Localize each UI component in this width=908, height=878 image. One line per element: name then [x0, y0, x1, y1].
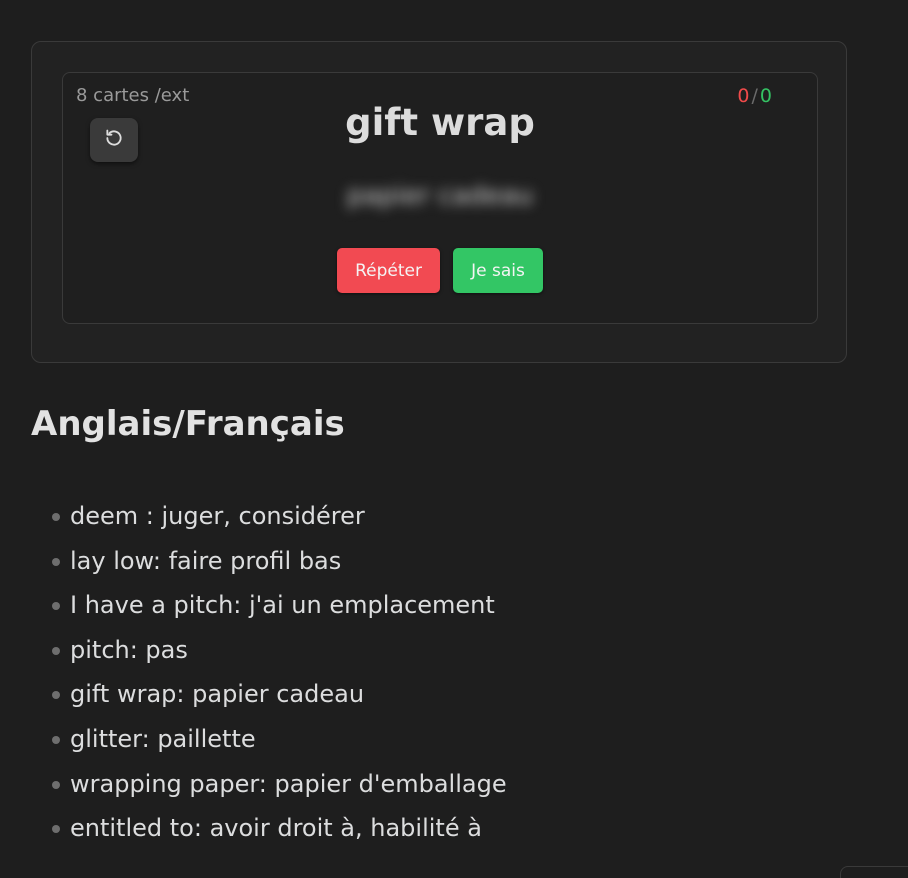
- know-button[interactable]: Je sais: [453, 248, 543, 293]
- list-item: deem : juger, considérer: [50, 494, 507, 539]
- bullet: [52, 557, 60, 566]
- list-item: gift wrap: papier cadeau: [50, 672, 507, 717]
- flashcard: 8 cartes /ext 0/0 gift wrap papier cadea…: [62, 72, 818, 324]
- list-item-text: wrapping paper: papier d'emballage: [70, 769, 507, 798]
- list-item-text: entitled to: avoir droit à, habilité à: [70, 814, 482, 843]
- answer-buttons: Répéter Je sais: [63, 248, 817, 293]
- list-item: I have a pitch: j'ai un emplacement: [50, 583, 507, 628]
- list-item: wrapping paper: papier d'emballage: [50, 762, 507, 807]
- page: 8 cartes /ext 0/0 gift wrap papier cadea…: [0, 0, 908, 878]
- flashcard-answer-hidden[interactable]: papier cadeau: [63, 181, 817, 211]
- list-item: pitch: pas: [50, 628, 507, 673]
- bullet: [52, 602, 60, 611]
- section-heading: Anglais/Français: [31, 404, 345, 444]
- bullet: [52, 513, 60, 521]
- corner-panel-edge: [840, 866, 908, 878]
- bullet: [52, 780, 60, 789]
- list-item: lay low: faire profil bas: [50, 539, 507, 584]
- list-item-text: pitch: pas: [70, 635, 188, 664]
- list-item: entitled to: avoir droit à, habilité à: [50, 806, 507, 851]
- list-item-text: lay low: faire profil bas: [70, 546, 342, 575]
- bullet: [52, 691, 60, 700]
- list-item-text: glitter: paillette: [70, 724, 256, 753]
- list-item: glitter: paillette: [50, 717, 507, 762]
- list-item-text: I have a pitch: j'ai un emplacement: [70, 591, 495, 620]
- repeat-button[interactable]: Répéter: [337, 248, 440, 293]
- bullet: [52, 646, 60, 655]
- bullet: [52, 735, 60, 744]
- bullet: [52, 825, 60, 834]
- flashcard-word: gift wrap: [345, 101, 535, 144]
- list-item-text: gift wrap: papier cadeau: [70, 680, 365, 709]
- vocab-list: deem : juger, considérer lay low: faire …: [50, 494, 507, 851]
- list-item-text: deem : juger, considérer: [70, 502, 365, 530]
- flashcard-container: 8 cartes /ext 0/0 gift wrap papier cadea…: [31, 41, 847, 363]
